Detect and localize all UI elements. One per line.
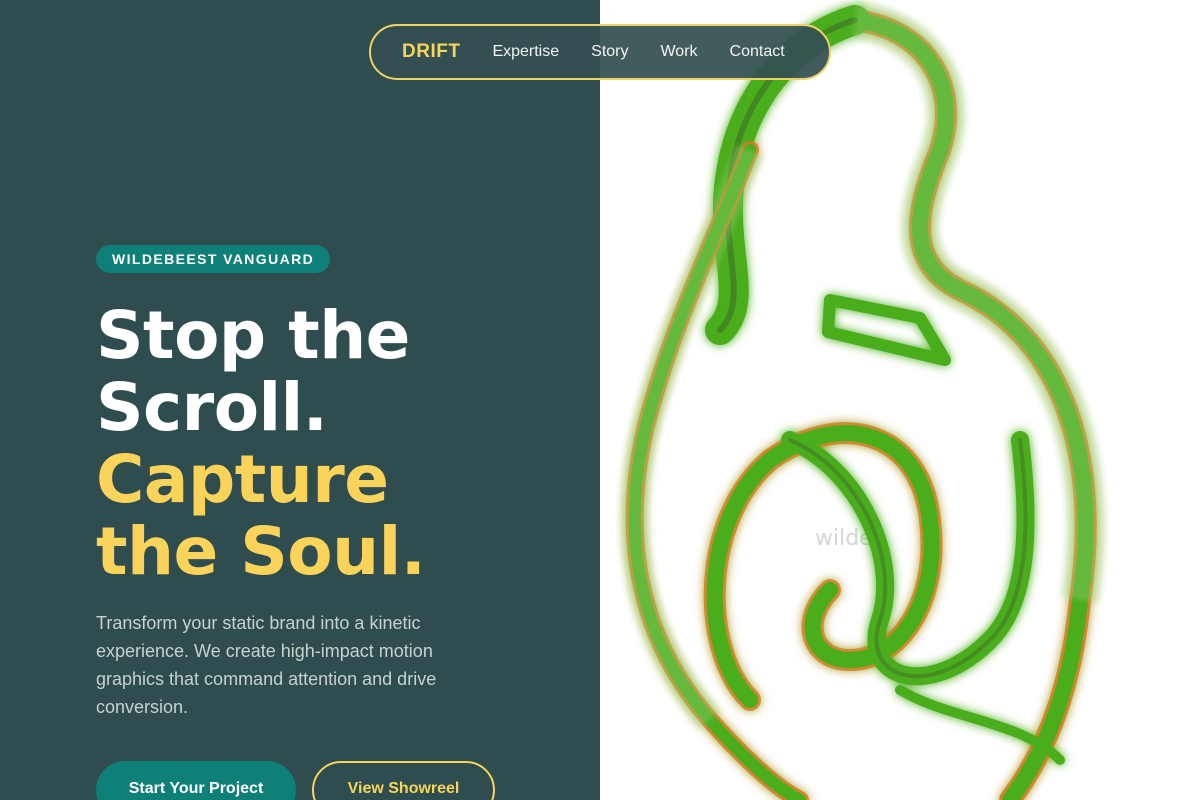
liquid-swirl-artwork: wildeb (619, 0, 1106, 800)
headline-line-3: Capture (96, 441, 389, 518)
nav-link-expertise[interactable]: Expertise (492, 43, 559, 61)
start-project-label: Start Your Project (128, 780, 264, 797)
nav-link-story[interactable]: Story (591, 43, 628, 61)
brand-logo[interactable]: DRIFT (402, 41, 460, 63)
start-project-button[interactable]: Start Your Project (96, 761, 296, 800)
headline-line-2: Scroll. (96, 369, 328, 446)
hero-description: Transform your static brand into a kinet… (96, 613, 437, 717)
art-small-loop (822, 294, 951, 366)
view-showreel-button[interactable]: View Showreel (312, 761, 495, 800)
nav-link-contact[interactable]: Contact (730, 43, 785, 61)
headline-line-1: Stop the (96, 297, 410, 374)
art-halo (619, 0, 1106, 730)
hero-left-panel: WILDEBEEST VANGUARD Stop the Scroll. Cap… (0, 0, 600, 800)
top-nav: DRIFT Expertise Story Work Contact (369, 24, 831, 80)
view-showreel-label: View Showreel (347, 780, 460, 797)
headline-line-4: the Soul. (96, 513, 426, 590)
hero-headline: Stop the Scroll. Capture the Soul. (96, 297, 426, 590)
nav-link-work[interactable]: Work (660, 43, 697, 61)
hero-tag-badge: WILDEBEEST VANGUARD (96, 245, 331, 273)
art-spiral-stroke (706, 425, 940, 708)
hero-art-panel: wildeb (600, 0, 1200, 800)
